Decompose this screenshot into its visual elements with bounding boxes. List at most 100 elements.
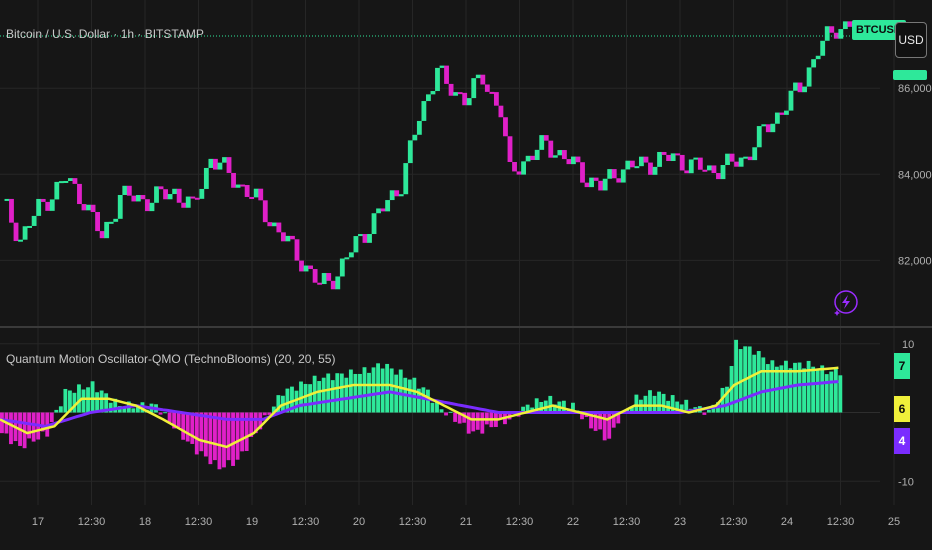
price-candle: [403, 163, 409, 195]
price-candle: [321, 273, 327, 285]
time-axis-label: 12:30: [827, 516, 855, 528]
oscillator-tag-fast: 7: [894, 353, 910, 379]
chart-canvas: 82,00084,00086,000 -1010 17 12:30 18 12:30 1…: [0, 0, 932, 528]
oscillator-bar: [31, 412, 36, 442]
oscillator-bar: [439, 409, 444, 413]
price-candle: [240, 184, 246, 187]
price-candle: [629, 160, 635, 168]
time-axis-label: 12:30: [613, 516, 641, 528]
price-candle: [348, 252, 354, 258]
oscillator-bar: [426, 389, 430, 413]
price-candle: [199, 188, 205, 199]
oscillator-bar: [376, 363, 381, 413]
price-candle: [838, 29, 844, 39]
price-candle: [688, 159, 694, 174]
currency-button[interactable]: USD: [895, 22, 927, 58]
time-axis-label: 12:30: [78, 516, 106, 528]
oscillator-bar: [385, 363, 390, 413]
price-candle: [253, 188, 259, 198]
oscillator-bar: [163, 412, 168, 414]
oscillator-bar: [661, 393, 666, 413]
time-axis-label: 21: [460, 516, 472, 528]
oscillator-bar: [217, 412, 222, 470]
price-candle: [290, 235, 295, 240]
price-candle: [552, 155, 558, 158]
price-candle: [611, 169, 617, 179]
oscillator-bar: [634, 394, 639, 413]
oscillator-bar: [824, 374, 829, 413]
price-candle: [407, 140, 413, 164]
price-candle: [561, 150, 567, 160]
price-candle: [299, 260, 304, 272]
price-candle: [303, 265, 309, 272]
price-candle: [453, 92, 459, 96]
price-candle: [49, 199, 55, 211]
price-candle: [72, 178, 78, 184]
price-candle: [335, 276, 341, 290]
price-candle: [40, 198, 46, 202]
price-candle: [602, 178, 608, 191]
time-axis: 17 12:30 18 12:30 19 12:30 20 12:30 21 12:30 22 12:…: [32, 516, 900, 528]
lightning-icon[interactable]: [834, 290, 858, 316]
price-candle: [394, 190, 400, 197]
oscillator-bar: [167, 412, 172, 423]
price-candle: [435, 67, 440, 92]
price-candle: [493, 92, 499, 106]
price-candle: [466, 98, 472, 106]
price-candle: [842, 21, 848, 30]
price-candle: [756, 126, 762, 148]
oscillator-bar: [222, 412, 226, 468]
price-candle: [475, 74, 481, 79]
price-candle: [543, 135, 549, 141]
price-candle: [376, 208, 381, 214]
price-candle: [145, 199, 150, 212]
price-candle: [725, 153, 730, 166]
price-candle: [634, 166, 640, 169]
price-candle: [389, 190, 395, 201]
price-candle: [779, 112, 785, 115]
price-candle: [362, 234, 368, 243]
price-candle: [643, 156, 649, 163]
price-candle: [747, 156, 753, 161]
price-candle: [190, 196, 196, 199]
oscillator-bar: [548, 395, 553, 413]
price-candle: [176, 188, 182, 203]
oscillator-bar: [398, 369, 403, 413]
price-candle: [534, 149, 540, 160]
time-axis-label: 19: [246, 516, 258, 528]
oscillator-bar: [321, 377, 326, 413]
oscillator-bar: [335, 373, 340, 413]
time-axis-label: 17: [32, 516, 44, 528]
oscillator-bar: [344, 377, 349, 413]
price-candle: [743, 156, 749, 159]
oscillator-bar: [308, 384, 313, 413]
price-candle: [648, 162, 653, 175]
symbol-title: Bitcoin / U.S. Dollar · 1h · BITSTAMP: [6, 27, 204, 41]
price-candle: [90, 204, 96, 213]
price-candle: [820, 40, 826, 56]
price-candle: [203, 167, 209, 189]
price-candle: [448, 83, 454, 96]
price-candle: [13, 222, 19, 242]
oscillator-tag-signal: 6: [894, 396, 910, 422]
oscillator-bar: [802, 368, 807, 413]
oscillator-bar: [389, 368, 394, 413]
price-candle: [729, 153, 735, 162]
price-candle: [104, 221, 110, 239]
price-candle: [489, 91, 495, 94]
price-candle: [126, 185, 132, 196]
price-candle: [752, 147, 758, 161]
price-candle: [31, 215, 37, 226]
price-candle: [231, 172, 236, 188]
oscillator-bar: [752, 354, 757, 413]
oscillator-bar: [706, 409, 711, 413]
oscillator-bar: [367, 372, 371, 413]
oscillator-bar: [90, 381, 95, 413]
oscillator-bar: [208, 412, 213, 465]
price-candle: [194, 197, 200, 200]
price-candle: [484, 84, 490, 92]
price-candle: [158, 186, 164, 190]
price-candle: [498, 105, 504, 118]
oscillator-bar: [339, 373, 344, 413]
oscillator-bar: [475, 412, 480, 430]
